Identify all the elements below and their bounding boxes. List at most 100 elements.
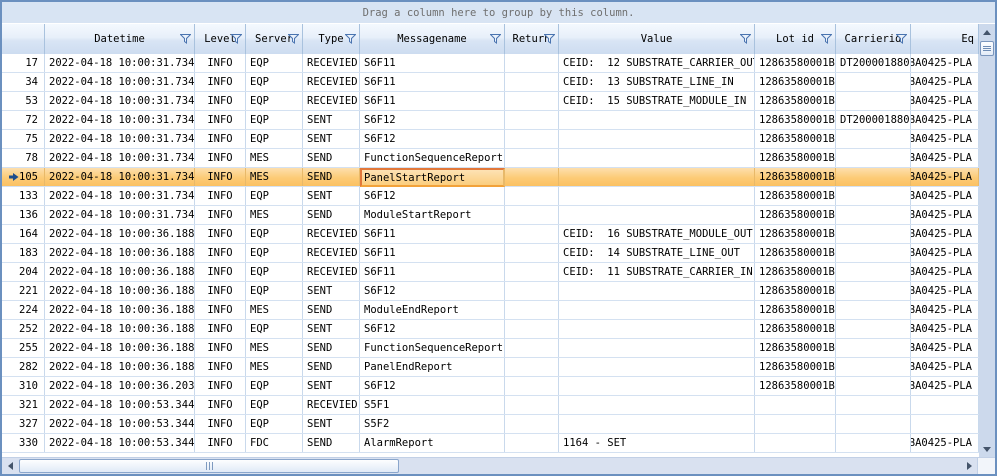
cell-message[interactable]: S6F11 — [360, 54, 505, 72]
cell-ret[interactable] — [505, 339, 559, 357]
cell-row-indicator[interactable]: 105 — [2, 168, 45, 186]
cell-equipment[interactable]: BA0425-PLA — [911, 206, 979, 224]
cell-datetime[interactable]: 2022-04-18 10:00:31.734 — [45, 54, 195, 72]
cell-server[interactable]: EQP — [246, 377, 303, 395]
cell-carrierid[interactable] — [836, 263, 911, 281]
cell-lotid[interactable]: 12863580001B — [755, 225, 836, 243]
cell-level[interactable]: INFO — [195, 73, 246, 91]
cell-carrierid[interactable] — [836, 282, 911, 300]
cell-datetime[interactable]: 2022-04-18 10:00:53.344 — [45, 434, 195, 452]
cell-carrierid[interactable] — [836, 415, 911, 433]
cell-level[interactable]: INFO — [195, 206, 246, 224]
cell-server[interactable]: EQP — [246, 187, 303, 205]
cell-carrierid[interactable] — [836, 339, 911, 357]
table-row[interactable]: 172022-04-18 10:00:31.734INFOEQPRECEVIED… — [2, 54, 979, 73]
cell-row-indicator[interactable]: 183 — [2, 244, 45, 262]
cell-type[interactable]: RECEVIED — [303, 263, 360, 281]
cell-carrierid[interactable] — [836, 320, 911, 338]
cell-equipment[interactable]: BA0425-PLA — [911, 434, 979, 452]
cell-server[interactable]: MES — [246, 358, 303, 376]
cell-server[interactable]: EQP — [246, 415, 303, 433]
scroll-up-button[interactable] — [979, 24, 995, 40]
table-row[interactable]: 3272022-04-18 10:00:53.344INFOEQPSENTS5F… — [2, 415, 979, 434]
filter-funnel-icon[interactable] — [544, 34, 555, 44]
cell-ret[interactable] — [505, 187, 559, 205]
cell-message[interactable]: S6F11 — [360, 73, 505, 91]
cell-datetime[interactable]: 2022-04-18 10:00:36.188 — [45, 225, 195, 243]
cell-type[interactable]: SEND — [303, 434, 360, 452]
cell-value[interactable] — [559, 320, 755, 338]
column-header-server[interactable]: Server — [246, 24, 303, 54]
cell-message[interactable]: S6F12 — [360, 187, 505, 205]
filter-funnel-icon[interactable] — [490, 34, 501, 44]
cell-equipment[interactable]: BA0425-PLA — [911, 92, 979, 110]
vertical-scrollbar-thumb[interactable] — [980, 41, 994, 56]
cell-level[interactable]: INFO — [195, 282, 246, 300]
cell-message[interactable]: S6F11 — [360, 244, 505, 262]
cell-equipment[interactable]: BA0425-PLA — [911, 225, 979, 243]
cell-value[interactable]: CEID: 13 SUBSTRATE_LINE_IN — [559, 73, 755, 91]
cell-level[interactable]: INFO — [195, 92, 246, 110]
cell-lotid[interactable]: 12863580001B — [755, 149, 836, 167]
cell-value[interactable] — [559, 415, 755, 433]
cell-server[interactable]: MES — [246, 168, 303, 186]
cell-ret[interactable] — [505, 415, 559, 433]
column-header-level[interactable]: Level — [195, 24, 246, 54]
cell-equipment[interactable]: BA0425-PLA — [911, 282, 979, 300]
cell-level[interactable]: INFO — [195, 377, 246, 395]
table-row[interactable]: 1832022-04-18 10:00:36.188INFOEQPRECEVIE… — [2, 244, 979, 263]
cell-value[interactable] — [559, 130, 755, 148]
cell-lotid[interactable]: 12863580001B — [755, 73, 836, 91]
cell-lotid[interactable]: 12863580001B — [755, 263, 836, 281]
table-row[interactable]: 722022-04-18 10:00:31.734INFOEQPSENTS6F1… — [2, 111, 979, 130]
cell-row-indicator[interactable]: 327 — [2, 415, 45, 433]
cell-ret[interactable] — [505, 434, 559, 452]
cell-row-indicator[interactable]: 17 — [2, 54, 45, 72]
cell-carrierid[interactable] — [836, 244, 911, 262]
cell-carrierid[interactable]: DT200001880 — [836, 111, 911, 129]
cell-row-indicator[interactable]: 321 — [2, 396, 45, 414]
cell-equipment[interactable] — [911, 396, 979, 414]
cell-level[interactable]: INFO — [195, 149, 246, 167]
cell-carrierid[interactable]: DT200001880 — [836, 54, 911, 72]
cell-message[interactable]: ModuleEndReport — [360, 301, 505, 319]
cell-carrierid[interactable] — [836, 187, 911, 205]
table-row[interactable]: 1362022-04-18 10:00:31.734INFOMESSENDMod… — [2, 206, 979, 225]
cell-equipment[interactable]: BA0425-PLA — [911, 244, 979, 262]
cell-type[interactable]: RECEVIED — [303, 396, 360, 414]
cell-row-indicator[interactable]: 282 — [2, 358, 45, 376]
cell-datetime[interactable]: 2022-04-18 10:00:31.734 — [45, 73, 195, 91]
table-row[interactable]: 2822022-04-18 10:00:36.188INFOMESSENDPan… — [2, 358, 979, 377]
cell-type[interactable]: RECEVIED — [303, 225, 360, 243]
cell-type[interactable]: SEND — [303, 168, 360, 186]
cell-datetime[interactable]: 2022-04-18 10:00:36.188 — [45, 358, 195, 376]
cell-datetime[interactable]: 2022-04-18 10:00:53.344 — [45, 396, 195, 414]
cell-ret[interactable] — [505, 396, 559, 414]
cell-lotid[interactable]: 12863580001B — [755, 358, 836, 376]
cell-datetime[interactable]: 2022-04-18 10:00:31.734 — [45, 92, 195, 110]
cell-value[interactable]: CEID: 11 SUBSTRATE_CARRIER_IN — [559, 263, 755, 281]
table-row[interactable]: 2042022-04-18 10:00:36.188INFOEQPRECEVIE… — [2, 263, 979, 282]
cell-level[interactable]: INFO — [195, 358, 246, 376]
cell-server[interactable]: MES — [246, 149, 303, 167]
cell-message[interactable]: PanelStartReport — [360, 168, 505, 187]
cell-type[interactable]: SEND — [303, 301, 360, 319]
cell-message[interactable]: S6F11 — [360, 92, 505, 110]
cell-message[interactable]: PanelEndReport — [360, 358, 505, 376]
filter-funnel-icon[interactable] — [896, 34, 907, 44]
cell-equipment[interactable] — [911, 415, 979, 433]
cell-lotid[interactable]: 12863580001B — [755, 187, 836, 205]
cell-datetime[interactable]: 2022-04-18 10:00:36.188 — [45, 244, 195, 262]
cell-lotid[interactable]: 12863580001B — [755, 130, 836, 148]
cell-equipment[interactable]: BA0425-PLA — [911, 377, 979, 395]
cell-row-indicator[interactable]: 53 — [2, 92, 45, 110]
cell-carrierid[interactable] — [836, 92, 911, 110]
cell-datetime[interactable]: 2022-04-18 10:00:31.734 — [45, 130, 195, 148]
cell-carrierid[interactable] — [836, 301, 911, 319]
cell-server[interactable]: EQP — [246, 92, 303, 110]
cell-lotid[interactable]: 12863580001B — [755, 206, 836, 224]
column-header-row-indicator[interactable] — [2, 24, 45, 54]
cell-datetime[interactable]: 2022-04-18 10:00:36.188 — [45, 320, 195, 338]
cell-message[interactable]: S6F12 — [360, 377, 505, 395]
cell-carrierid[interactable] — [836, 358, 911, 376]
